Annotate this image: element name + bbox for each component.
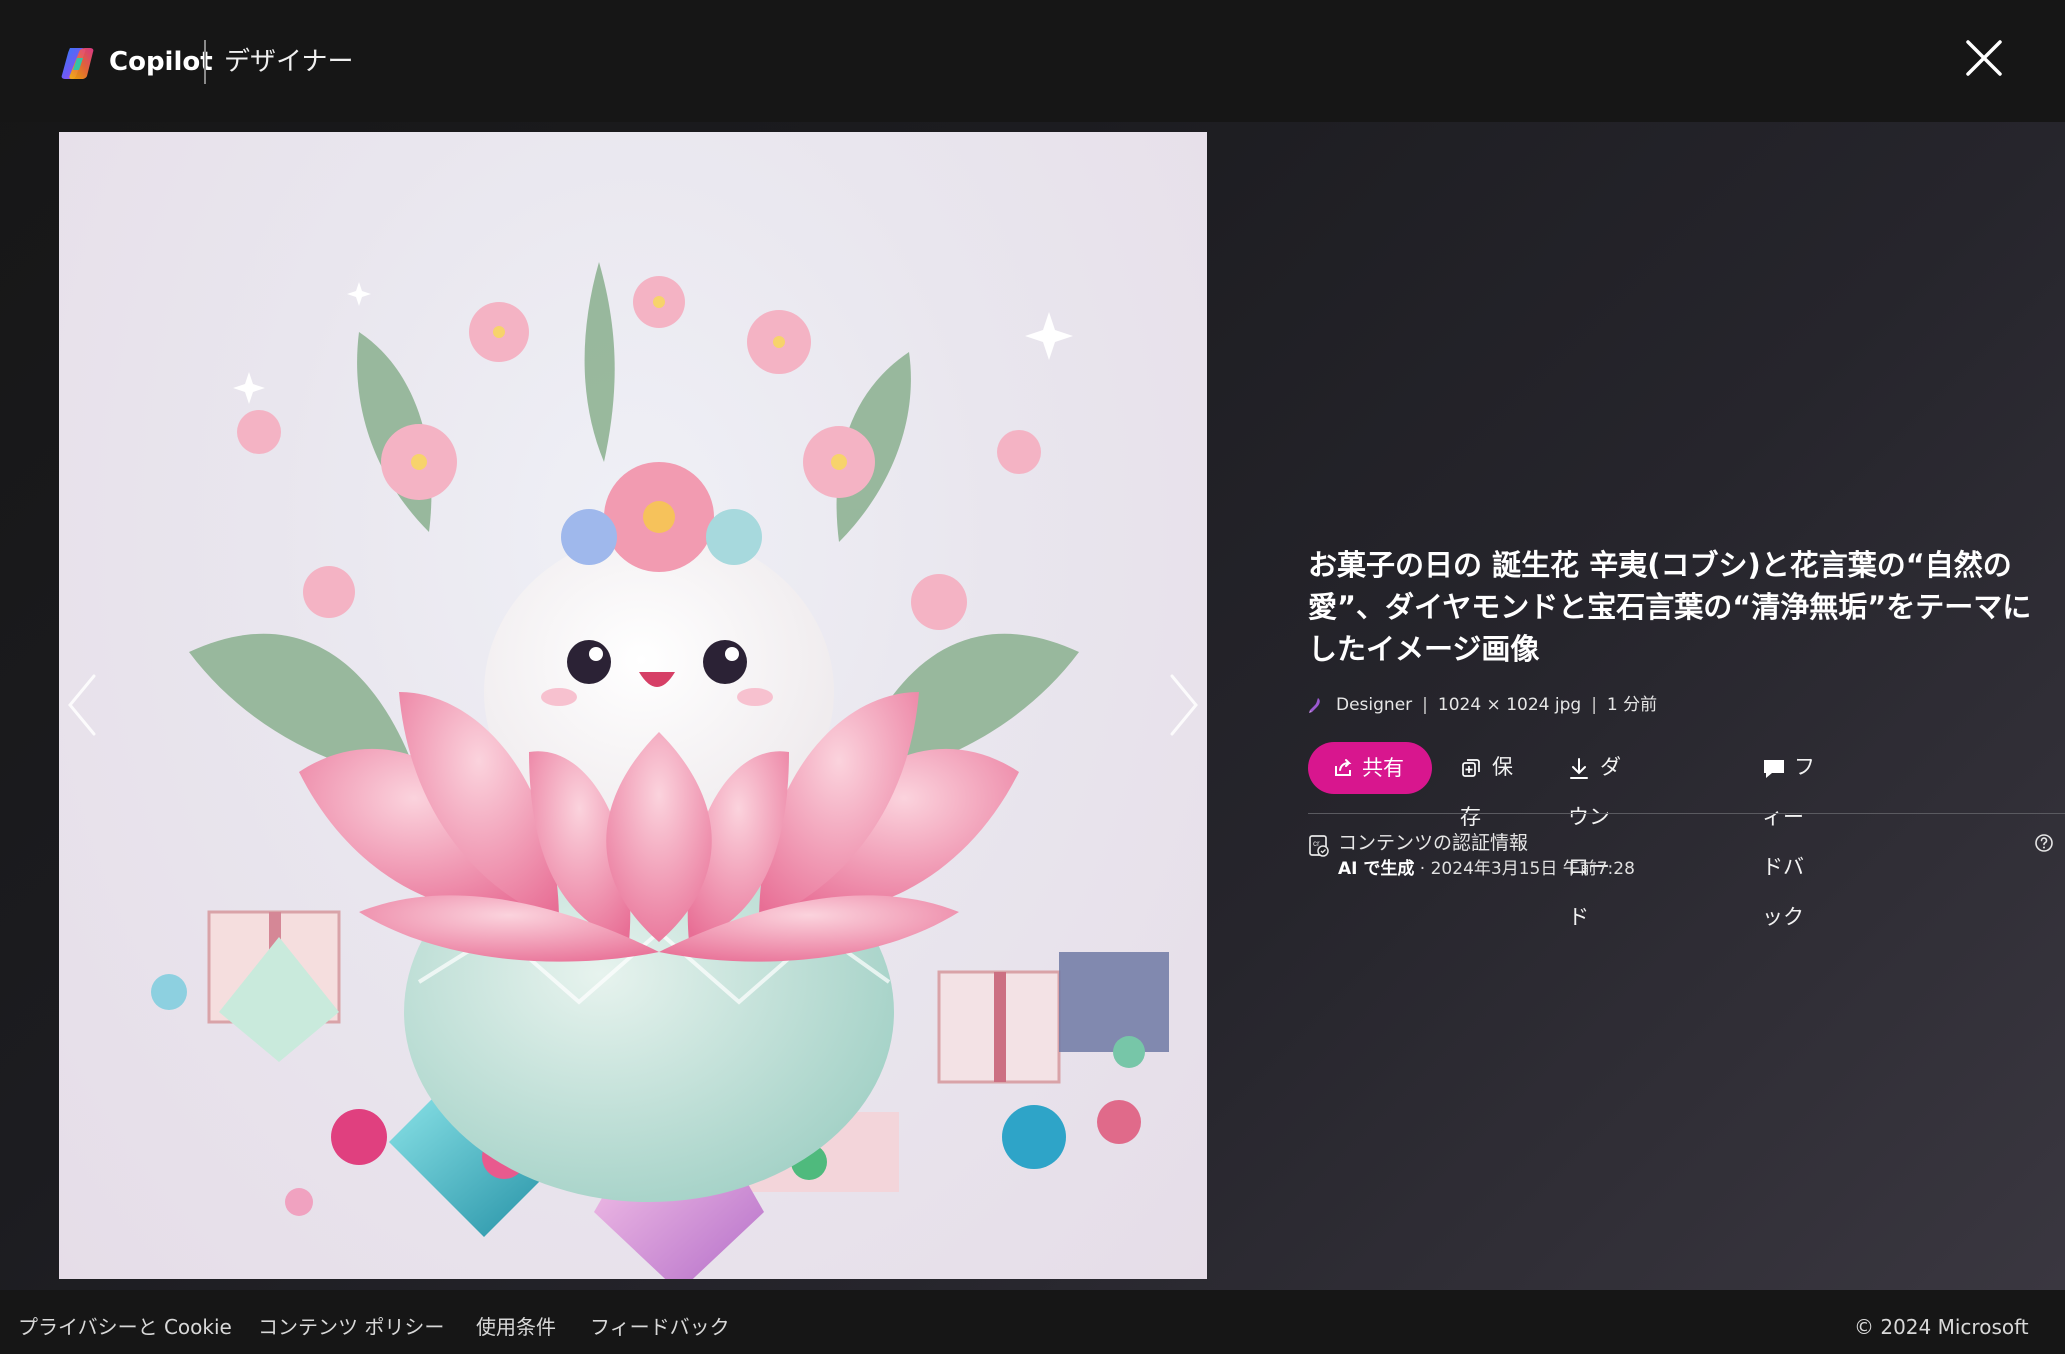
header-divider bbox=[204, 40, 206, 84]
terms-link[interactable]: 使用条件 bbox=[476, 1314, 556, 1340]
feedback-button[interactable]: フィードバック bbox=[1762, 742, 1815, 929]
close-icon[interactable] bbox=[1962, 36, 2006, 80]
footer: プライバシーと Cookie コンテンツ ポリシー 使用条件 フィードバック ©… bbox=[0, 1290, 2065, 1354]
section-divider bbox=[1308, 813, 2065, 814]
credentials-title: コンテンツの認証情報 bbox=[1338, 832, 1529, 854]
brand-name[interactable]: Copilot bbox=[109, 43, 213, 81]
copyright: © 2024 Microsoft bbox=[1854, 1315, 2029, 1339]
feedback-icon bbox=[1764, 760, 1784, 778]
meta-separator: | bbox=[1422, 695, 1428, 715]
meta-time: 1 分前 bbox=[1606, 695, 1658, 715]
meta-separator: | bbox=[1591, 695, 1597, 715]
image-title: お菓子の日の 誕生花 辛夷(コブシ)と花言葉の“自然の愛”、ダイヤモンドと宝石言… bbox=[1308, 548, 2032, 666]
top-bar: Copilot デザイナー bbox=[0, 0, 2065, 122]
help-icon[interactable] bbox=[2034, 833, 2054, 853]
privacy-link[interactable]: プライバシーと Cookie bbox=[18, 1314, 232, 1340]
download-button[interactable]: ダウンロード bbox=[1568, 742, 1621, 929]
save-icon bbox=[1462, 759, 1480, 777]
generated-image[interactable] bbox=[59, 132, 1207, 1279]
generated-image-illustration bbox=[151, 262, 1169, 1279]
download-icon bbox=[1570, 758, 1588, 779]
image-meta: Designer | 1024 × 1024 jpg | 1 分前 bbox=[1308, 693, 1657, 717]
product-name: デザイナー bbox=[224, 47, 354, 77]
content-policy-link[interactable]: コンテンツ ポリシー bbox=[258, 1314, 444, 1340]
share-label: 共有 bbox=[1362, 756, 1404, 780]
ai-generated-label: AI で生成 bbox=[1338, 859, 1415, 879]
save-button[interactable]: 保存 bbox=[1460, 742, 1513, 829]
content-credentials-icon: cr bbox=[1309, 835, 1329, 857]
share-icon bbox=[1335, 759, 1352, 776]
credentials-date: · 2024年3月15日 午前7:28 bbox=[1414, 859, 1635, 879]
meta-source: Designer bbox=[1336, 695, 1413, 715]
chevron-left-icon[interactable] bbox=[62, 670, 102, 740]
chevron-right-icon[interactable] bbox=[1164, 670, 1204, 740]
footer-feedback-link[interactable]: フィードバック bbox=[590, 1314, 730, 1340]
designer-pencil-icon bbox=[1309, 698, 1320, 713]
share-button[interactable]: 共有 bbox=[1308, 742, 1432, 794]
svg-text:cr: cr bbox=[1313, 839, 1320, 848]
credentials-detail: AI で生成 · 2024年3月15日 午前7:28 bbox=[1338, 857, 1635, 881]
meta-dimensions: 1024 × 1024 jpg bbox=[1437, 695, 1582, 715]
copilot-logo-icon[interactable] bbox=[60, 44, 98, 82]
